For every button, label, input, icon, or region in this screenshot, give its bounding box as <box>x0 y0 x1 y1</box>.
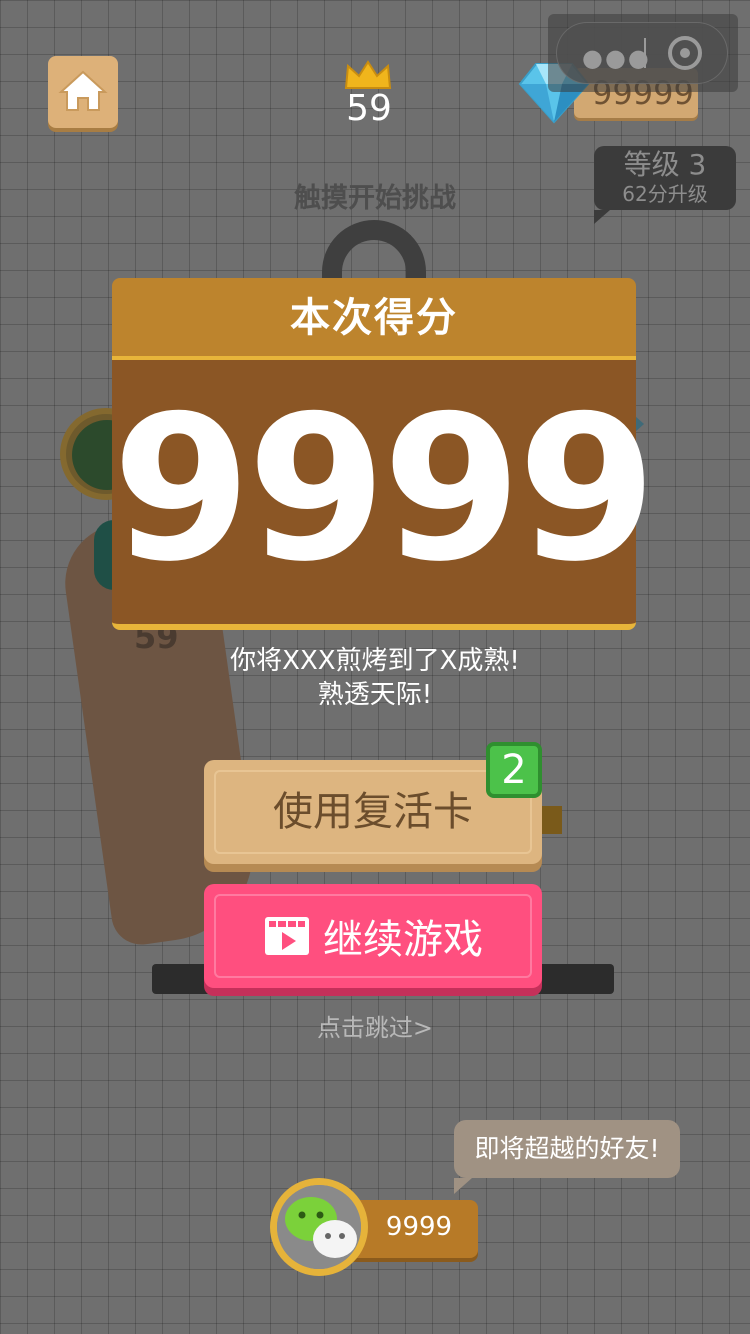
score-panel-title: 本次得分 <box>290 295 458 341</box>
continue-button-label: 继续游戏 <box>323 917 483 963</box>
skip-link[interactable]: 点击跳过> <box>0 1008 750 1043</box>
pan-nub <box>540 806 562 834</box>
home-button[interactable] <box>48 56 118 128</box>
result-message-line2: 熟透天际! <box>317 680 433 710</box>
result-message-line1: 你将XXX煎烤到了X成熟! <box>230 646 520 676</box>
continue-game-button[interactable]: 继续游戏 <box>204 884 542 988</box>
more-icon[interactable]: ●●● <box>582 44 651 72</box>
crown-icon <box>344 60 392 89</box>
best-score: 59 <box>346 88 392 129</box>
friend-speech-bubble: 即将超越的好友! <box>454 1120 680 1194</box>
wechat-icon <box>277 1185 361 1269</box>
close-miniprogram-icon[interactable] <box>668 36 702 70</box>
friend-bubble-text: 即将超越的好友! <box>474 1134 660 1163</box>
video-icon <box>265 917 309 955</box>
score-panel: 本次得分 9999 <box>112 278 657 634</box>
level-title: 等级 3 <box>623 148 707 181</box>
final-score: 9999 <box>112 373 657 606</box>
home-icon <box>58 70 108 111</box>
revive-card-count-badge: 2 <box>486 742 542 798</box>
score-panel-body: 9999 <box>112 360 657 630</box>
score-panel-header: 本次得分 <box>112 278 636 360</box>
capsule-divider <box>644 38 646 68</box>
friend-score: 9999 <box>385 1212 453 1242</box>
level-progress: 62分升级 <box>622 182 708 206</box>
friend-avatar[interactable] <box>270 1178 368 1276</box>
level-badge: 等级 3 62分升级 <box>594 146 736 224</box>
revive-button-label: 使用复活卡 <box>273 789 473 835</box>
